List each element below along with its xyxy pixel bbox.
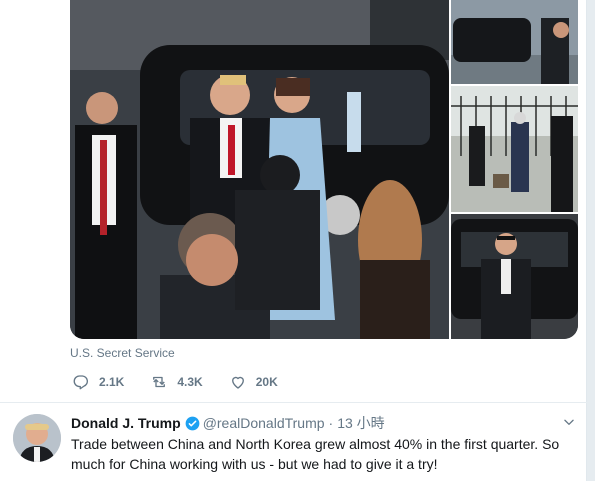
tweet[interactable]: Donald J. Trump @realDonaldTrump · 13 小時… xyxy=(0,403,587,481)
media-caption[interactable]: U.S. Secret Service xyxy=(70,346,175,360)
retweet-button[interactable]: 4.3K xyxy=(150,373,203,391)
like-button[interactable]: 20K xyxy=(229,373,278,391)
photo-grid xyxy=(70,0,578,339)
tweet-actions: 2.1K 4.3K 20K xyxy=(72,371,304,393)
motorcade-photo-image xyxy=(451,0,578,84)
chevron-down-icon[interactable] xyxy=(562,415,576,429)
heart-icon xyxy=(231,376,244,389)
avatar-image xyxy=(13,414,61,462)
verified-badge-icon xyxy=(185,416,200,430)
motorcade-photo[interactable] xyxy=(451,0,578,84)
retweet-icon xyxy=(153,376,166,388)
avatar[interactable] xyxy=(13,414,61,462)
agents-with-dog-photo-image xyxy=(451,86,578,212)
separator: · xyxy=(328,415,334,431)
agent-by-car-photo[interactable] xyxy=(451,214,578,339)
tweet-header: Donald J. Trump @realDonaldTrump · 13 小時 xyxy=(71,413,385,433)
reply-button[interactable]: 2.1K xyxy=(72,373,124,391)
main-photo[interactable] xyxy=(70,0,449,339)
reply-icon xyxy=(73,375,88,390)
like-count: 20K xyxy=(255,375,278,389)
author-name[interactable]: Donald J. Trump xyxy=(71,415,181,431)
retweet-count: 4.3K xyxy=(177,375,203,389)
author-handle[interactable]: @realDonaldTrump xyxy=(203,415,325,431)
agents-with-dog-photo[interactable] xyxy=(451,86,578,212)
tweet-timestamp[interactable]: 13 小時 xyxy=(337,413,384,433)
reply-count: 2.1K xyxy=(99,375,125,389)
tweet-card: U.S. Secret Service 2.1K 4.3K 20K Donald… xyxy=(0,0,587,481)
main-photo-image xyxy=(70,0,449,339)
tweet-text: Trade between China and North Korea grew… xyxy=(71,436,560,472)
agent-by-car-photo-image xyxy=(451,214,578,339)
